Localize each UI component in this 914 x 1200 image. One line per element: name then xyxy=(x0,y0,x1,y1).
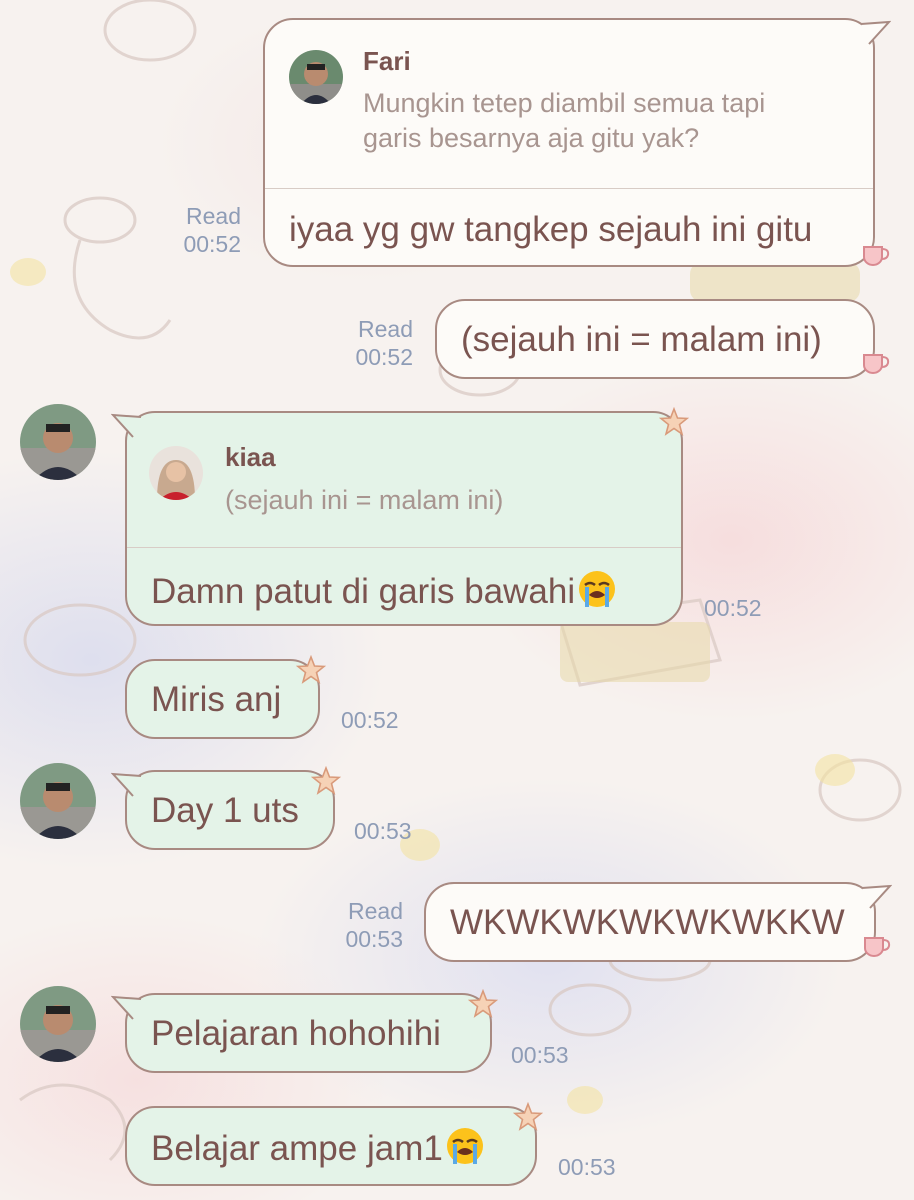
message-meta: Read 00:52 xyxy=(165,202,241,258)
teacup-sticker-icon xyxy=(863,354,890,374)
outgoing-message-bubble[interactable]: Fari Mungkin tetep diambil semua tapi ga… xyxy=(263,18,891,267)
bubble-tail-icon xyxy=(861,20,891,45)
message-text: Day 1 uts xyxy=(151,791,299,830)
message-time: 00:53 xyxy=(511,1042,569,1068)
message-meta: Read 00:52 xyxy=(337,315,413,371)
loudly-crying-face-icon xyxy=(579,571,616,607)
reply-sender-avatar xyxy=(289,50,343,104)
message-text: (sejauh ini = malam ini) xyxy=(461,320,822,359)
read-status: Read xyxy=(358,316,413,342)
incoming-message-bubble[interactable]: Miris anj xyxy=(125,655,326,739)
bubble-tail-icon xyxy=(111,772,141,797)
star-sticker-icon xyxy=(659,407,689,436)
sender-avatar[interactable] xyxy=(20,986,96,1062)
star-sticker-icon xyxy=(468,989,498,1018)
message-time: 00:52 xyxy=(341,707,399,733)
sender-avatar[interactable] xyxy=(20,404,96,480)
star-sticker-icon xyxy=(513,1102,543,1131)
star-sticker-icon xyxy=(311,766,341,795)
teacup-sticker-icon xyxy=(863,246,890,266)
message-time: 00:53 xyxy=(558,1154,616,1180)
message-meta: Read 00:53 xyxy=(327,897,403,953)
read-status: Read xyxy=(186,203,241,229)
teacup-sticker-icon xyxy=(864,937,891,957)
message-time: 00:52 xyxy=(355,344,413,371)
loudly-crying-face-icon xyxy=(446,1128,483,1164)
message-time: 00:52 xyxy=(183,231,241,258)
bubble-tail-icon xyxy=(111,413,141,438)
reply-divider xyxy=(265,188,873,189)
message-text: iyaa yg gw tangkep sejauh ini gitu xyxy=(289,210,813,249)
reply-quoted-text: (sejauh ini = malam ini) xyxy=(225,485,504,515)
reply-quoted-text: Mungkin tetep diambil semua tapi garis b… xyxy=(363,88,766,153)
bubble-tail-icon xyxy=(862,884,892,909)
reply-sender-name: Fari xyxy=(363,46,411,76)
message-text: Damn patut di garis bawahi xyxy=(151,569,617,612)
star-sticker-icon xyxy=(296,655,326,684)
message-time: 00:53 xyxy=(345,926,403,953)
outgoing-message-bubble[interactable]: (sejauh ini = malam ini) xyxy=(435,299,890,379)
message-text: Belajar ampe jam1 xyxy=(151,1126,485,1169)
incoming-message-bubble[interactable]: Day 1 uts xyxy=(111,766,341,850)
message-text: Miris anj xyxy=(151,680,282,719)
incoming-message-bubble[interactable]: kiaa (sejauh ini = malam ini) Damn patut… xyxy=(111,407,689,626)
bubble-tail-icon xyxy=(111,995,141,1020)
sender-avatar[interactable] xyxy=(20,763,96,839)
read-status: Read xyxy=(348,898,403,924)
outgoing-message-bubble[interactable]: WKWKWKWKWKWKKW xyxy=(424,882,892,962)
message-time: 00:53 xyxy=(354,818,412,844)
chat-message-list[interactable]: Read 00:52 Fari Mungkin tetep diambil se… xyxy=(0,0,914,1200)
incoming-message-bubble[interactable]: Belajar ampe jam1 xyxy=(125,1102,543,1186)
reply-sender-name: kiaa xyxy=(225,442,276,472)
incoming-message-bubble[interactable]: Pelajaran hohohihi xyxy=(111,989,498,1073)
message-text: Pelajaran hohohihi xyxy=(151,1014,441,1053)
reply-divider xyxy=(127,547,681,548)
reply-sender-avatar xyxy=(149,446,203,500)
message-time: 00:52 xyxy=(704,595,762,621)
message-text: WKWKWKWKWKWKKW xyxy=(450,903,845,942)
